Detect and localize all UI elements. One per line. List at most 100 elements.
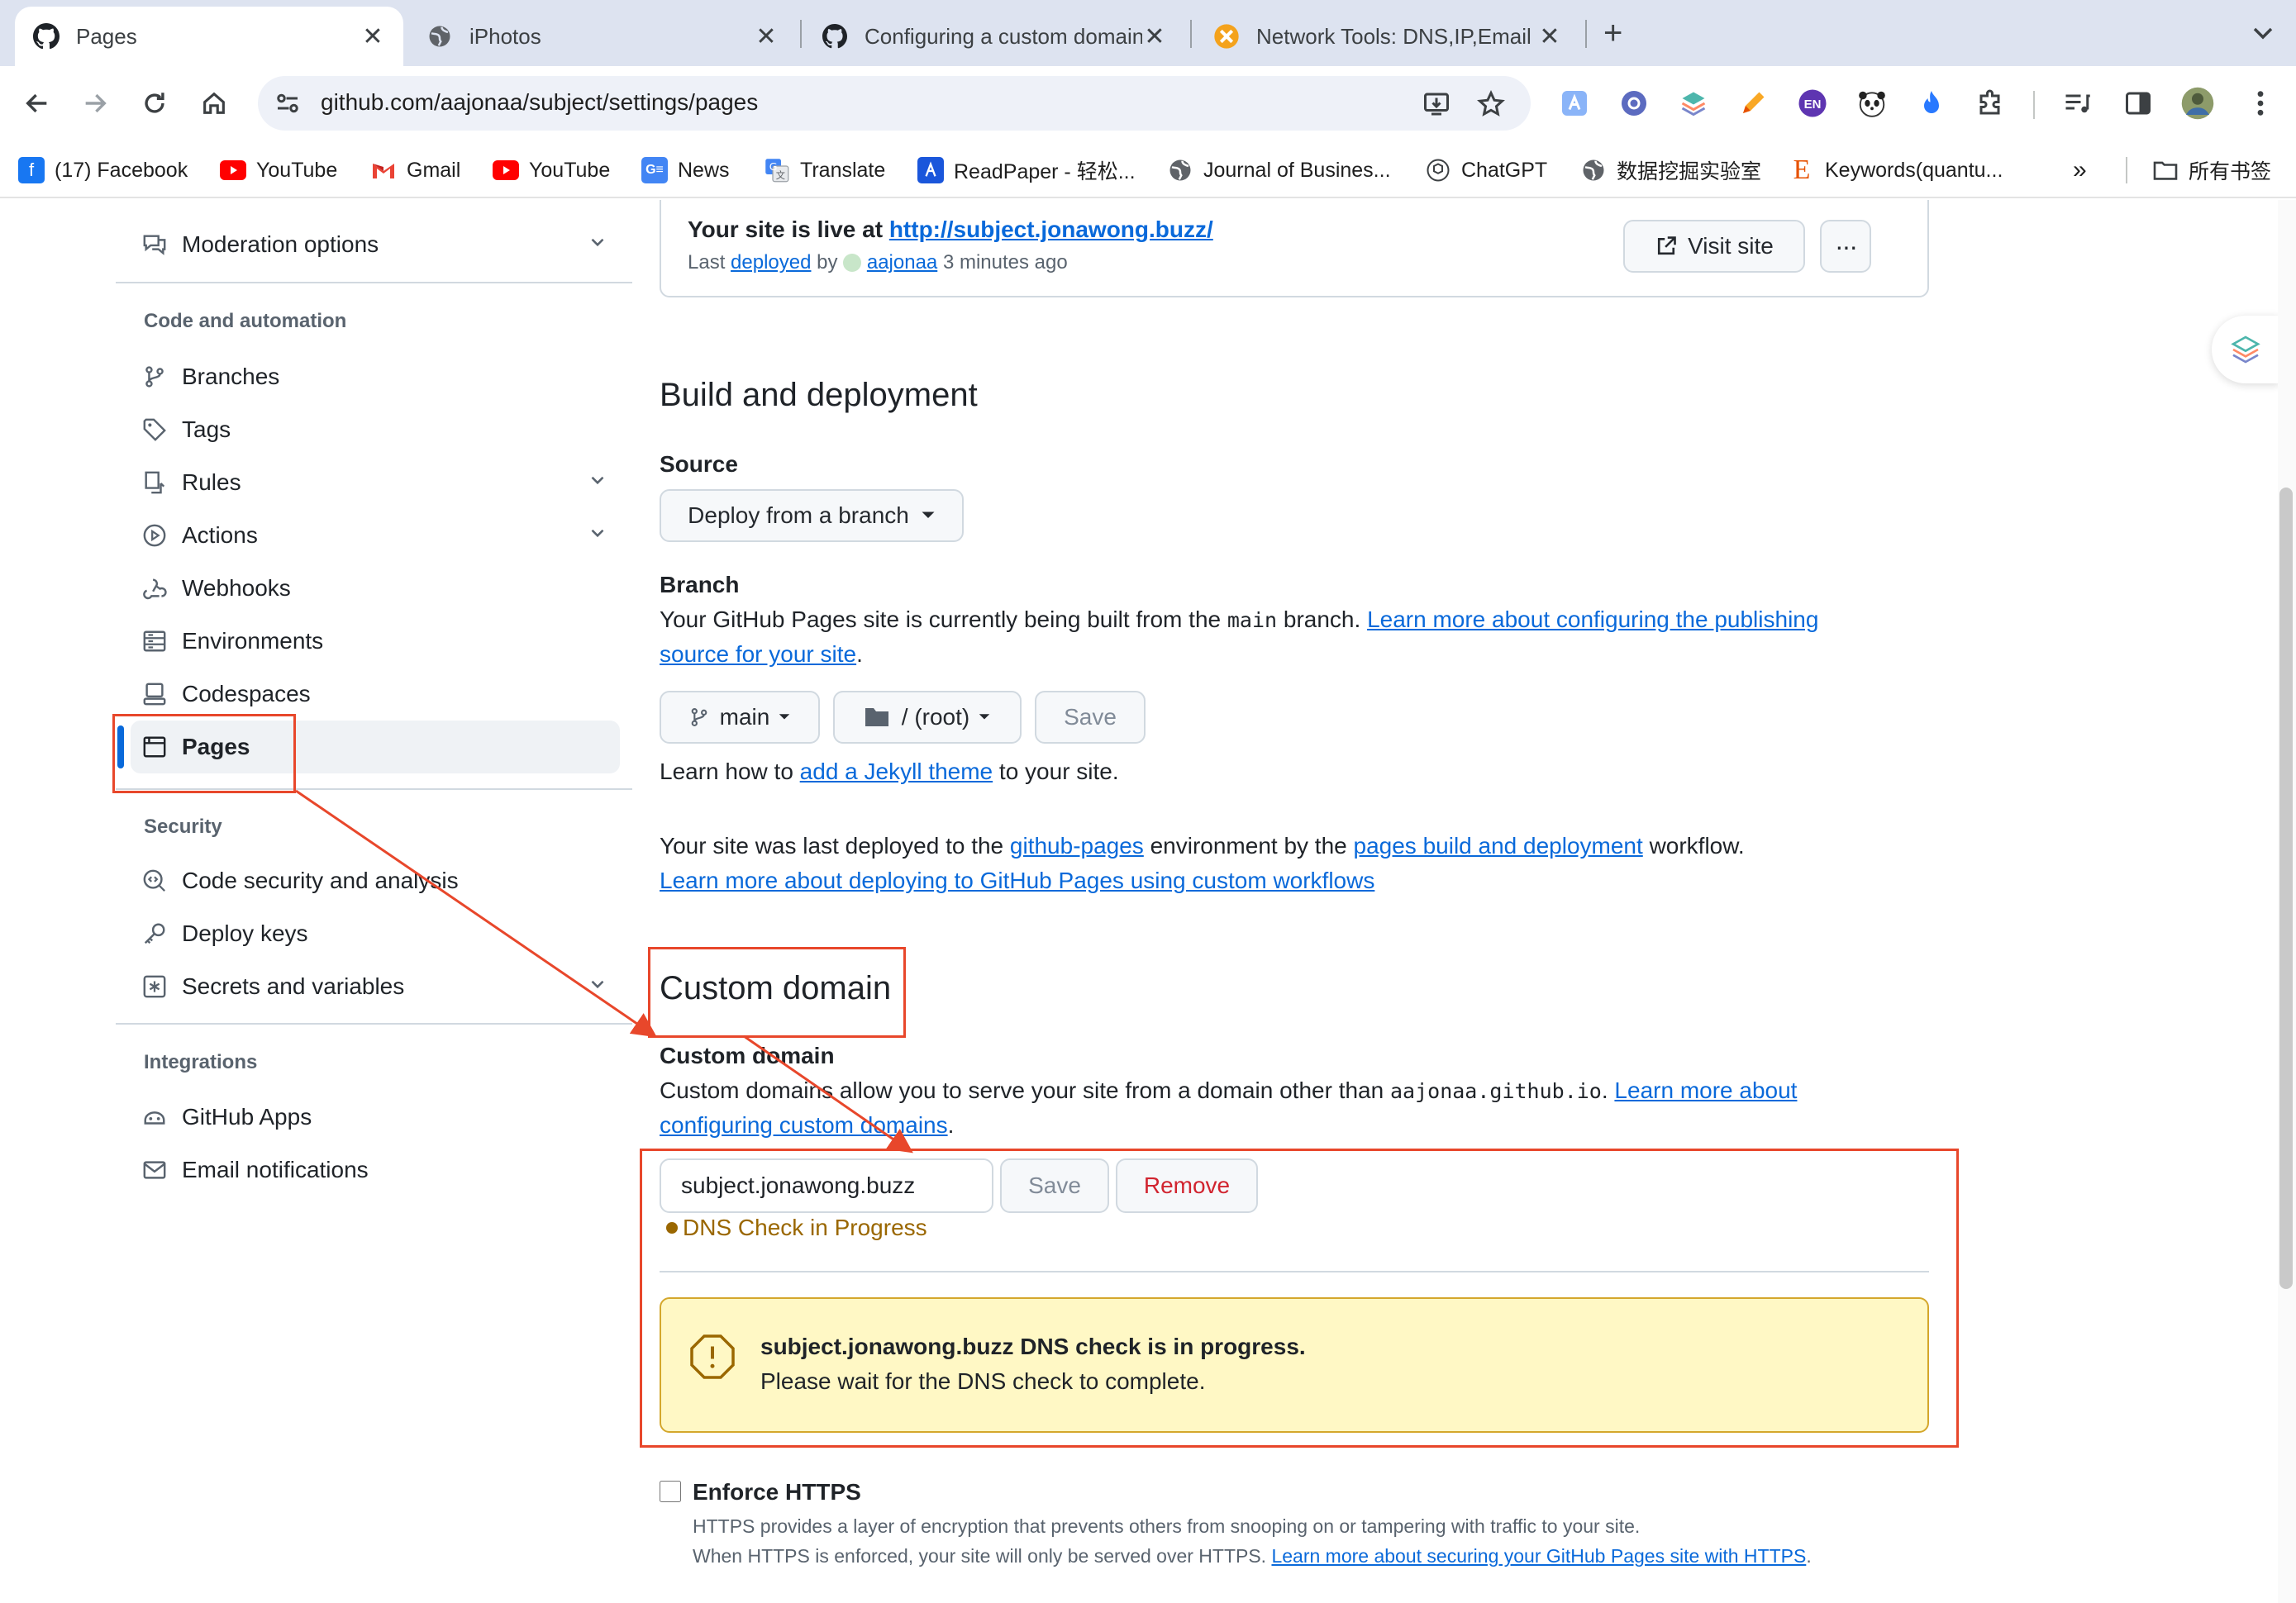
more-options-button[interactable]: ··· (1820, 220, 1871, 273)
branch-select-button[interactable]: main (660, 691, 820, 744)
bookmark-label: News (678, 158, 730, 182)
e-logo-icon: E (1793, 155, 1811, 185)
settings-page: Moderation options Code and automation B… (0, 200, 2296, 1603)
tab-pages[interactable]: Pages ✕ (15, 7, 403, 66)
media-controls-icon[interactable] (2058, 84, 2096, 122)
close-tab-icon[interactable]: ✕ (754, 22, 779, 51)
extension-translate-icon[interactable] (1555, 84, 1593, 122)
sidebar-item-webhooks[interactable]: Webhooks (141, 568, 291, 608)
all-bookmarks-folder[interactable]: 所有书签 (2152, 155, 2271, 185)
sidebar-item-moderation-options[interactable]: Moderation options (141, 225, 608, 264)
source-label: Source (660, 451, 738, 477)
extensions-puzzle-icon[interactable] (1972, 84, 2010, 122)
tab-iphotos[interactable]: iPhotos ✕ (408, 7, 797, 66)
custom-domains-docs-link-cont[interactable]: configuring custom domains (660, 1112, 948, 1138)
annotation-box-pages (112, 714, 296, 793)
deployed-link[interactable]: deployed (731, 251, 811, 274)
extension-pencil-icon[interactable] (1734, 84, 1772, 122)
sidebar-item-codespaces[interactable]: Codespaces (141, 674, 311, 714)
source-dropdown[interactable]: Deploy from a branch (660, 489, 964, 542)
sidebar-item-tags[interactable]: Tags (141, 410, 231, 450)
bookmark-youtube-2[interactable]: YouTube (493, 155, 610, 185)
site-info-icon[interactable] (273, 88, 302, 118)
facebook-icon: f (18, 157, 45, 183)
forward-arrow-icon[interactable] (73, 81, 117, 126)
more-bookmarks-chevron-icon[interactable]: » (2073, 155, 2087, 185)
codescan-icon (141, 867, 169, 895)
enforce-https-checkbox[interactable] (660, 1481, 681, 1502)
bookmark-youtube[interactable]: YouTube (220, 155, 337, 185)
custom-workflows-link[interactable]: Learn more about deploying to GitHub Pag… (660, 868, 1374, 893)
folder-select-button[interactable]: / (root) (833, 691, 1022, 744)
side-panel-icon[interactable] (2119, 84, 2157, 122)
tab-search-chevron-icon[interactable] (2245, 18, 2281, 48)
close-tab-icon[interactable]: ✕ (360, 22, 385, 51)
sidebar-item-label: Codespaces (182, 681, 311, 706)
bookmark-news[interactable]: G≡ News (641, 155, 730, 185)
home-icon[interactable] (192, 81, 236, 126)
sidebar-item-code-security[interactable]: Code security and analysis (141, 861, 459, 901)
github-pages-env-link[interactable]: github-pages (1010, 833, 1144, 859)
pages-build-workflow-link[interactable]: pages build and deployment (1354, 833, 1643, 859)
bookmark-translate[interactable]: G文 Translate (764, 155, 885, 185)
sidebar-item-environments[interactable]: Environments (141, 621, 323, 661)
publishing-source-link-cont[interactable]: source for your site (660, 641, 856, 667)
chevron-down-icon[interactable] (587, 522, 608, 549)
extension-layers-icon[interactable] (1674, 84, 1712, 122)
install-app-icon[interactable] (1420, 88, 1453, 121)
tab-network-tools[interactable]: Network Tools: DNS,IP,Email ✕ (1195, 7, 1580, 66)
enforce-https-label: Enforce HTTPS (693, 1479, 861, 1505)
bookmark-datamining[interactable]: 数据挖掘实验室 (1580, 155, 1761, 185)
bookmark-keywords[interactable]: E Keywords(quantu... (1789, 155, 2003, 185)
bookmark-star-icon[interactable] (1474, 88, 1508, 121)
sidebar-item-email-notifications[interactable]: Email notifications (141, 1150, 369, 1190)
close-tab-icon[interactable]: ✕ (1142, 22, 1167, 51)
sidebar-item-secrets-variables[interactable]: Secrets and variables (141, 967, 608, 1006)
period: . (1601, 1077, 1608, 1103)
floating-extension-widget[interactable] (2212, 316, 2279, 383)
chevron-down-icon[interactable] (587, 973, 608, 1001)
chevron-down-icon[interactable] (587, 231, 608, 259)
extension-panda-icon[interactable] (1853, 84, 1891, 122)
tab-title: iPhotos (469, 23, 541, 49)
new-tab-button[interactable]: + (1603, 17, 1622, 50)
branch-save-button[interactable]: Save (1035, 691, 1146, 744)
extension-flame-icon[interactable] (1913, 84, 1951, 122)
extension-circle-icon[interactable] (1615, 84, 1653, 122)
bookmark-readpaper[interactable]: ReadPaper - 轻松... (917, 155, 1136, 185)
globe-icon (426, 23, 453, 50)
page-scrollbar-thumb[interactable] (2279, 488, 2293, 1289)
sidebar-item-label: Webhooks (182, 575, 291, 601)
reload-icon[interactable] (132, 81, 177, 126)
bookmark-chatgpt[interactable]: ChatGPT (1425, 155, 1547, 185)
tab-configuring-custom-domain[interactable]: Configuring a custom domain ✕ (803, 7, 1185, 66)
deployed-text: environment by the (1150, 833, 1347, 859)
custom-domains-docs-link[interactable]: Learn more about (1614, 1077, 1797, 1103)
chevron-down-icon[interactable] (587, 469, 608, 497)
publishing-source-link[interactable]: Learn more about configuring the publish… (1367, 606, 1818, 632)
sidebar-item-deploy-keys[interactable]: Deploy keys (141, 914, 308, 954)
more-vertical-icon[interactable] (2241, 84, 2279, 122)
bookmark-facebook[interactable]: f (17) Facebook (18, 155, 188, 185)
user-link[interactable]: aajonaa (867, 251, 937, 274)
key-icon (141, 920, 169, 948)
jekyll-theme-link[interactable]: add a Jekyll theme (800, 759, 993, 784)
server-icon (141, 627, 169, 655)
bookmark-gmail[interactable]: Gmail (370, 155, 460, 185)
period: . (856, 641, 863, 667)
profile-avatar[interactable] (2179, 84, 2217, 122)
visit-site-button[interactable]: Visit site (1623, 220, 1805, 273)
sidebar-item-rules[interactable]: Rules (141, 463, 608, 502)
site-live-url-link[interactable]: http://subject.jonawong.buzz/ (889, 216, 1213, 242)
sidebar-item-branches[interactable]: Branches (141, 357, 279, 397)
extension-en-icon[interactable]: EN (1793, 84, 1832, 122)
back-arrow-icon[interactable] (15, 81, 60, 126)
sidebar-item-github-apps[interactable]: GitHub Apps (141, 1097, 312, 1137)
custom-domain-label: Custom domain (660, 1043, 835, 1068)
bookmark-journal[interactable]: Journal of Busines... (1167, 155, 1391, 185)
sidebar-item-actions[interactable]: Actions (141, 516, 608, 555)
close-tab-icon[interactable]: ✕ (1537, 22, 1562, 51)
address-bar[interactable]: github.com/aajonaa/subject/settings/page… (258, 76, 1531, 131)
https-docs-link[interactable]: Learn more about securing your GitHub Pa… (1271, 1545, 1806, 1567)
svg-text:文: 文 (776, 169, 785, 181)
